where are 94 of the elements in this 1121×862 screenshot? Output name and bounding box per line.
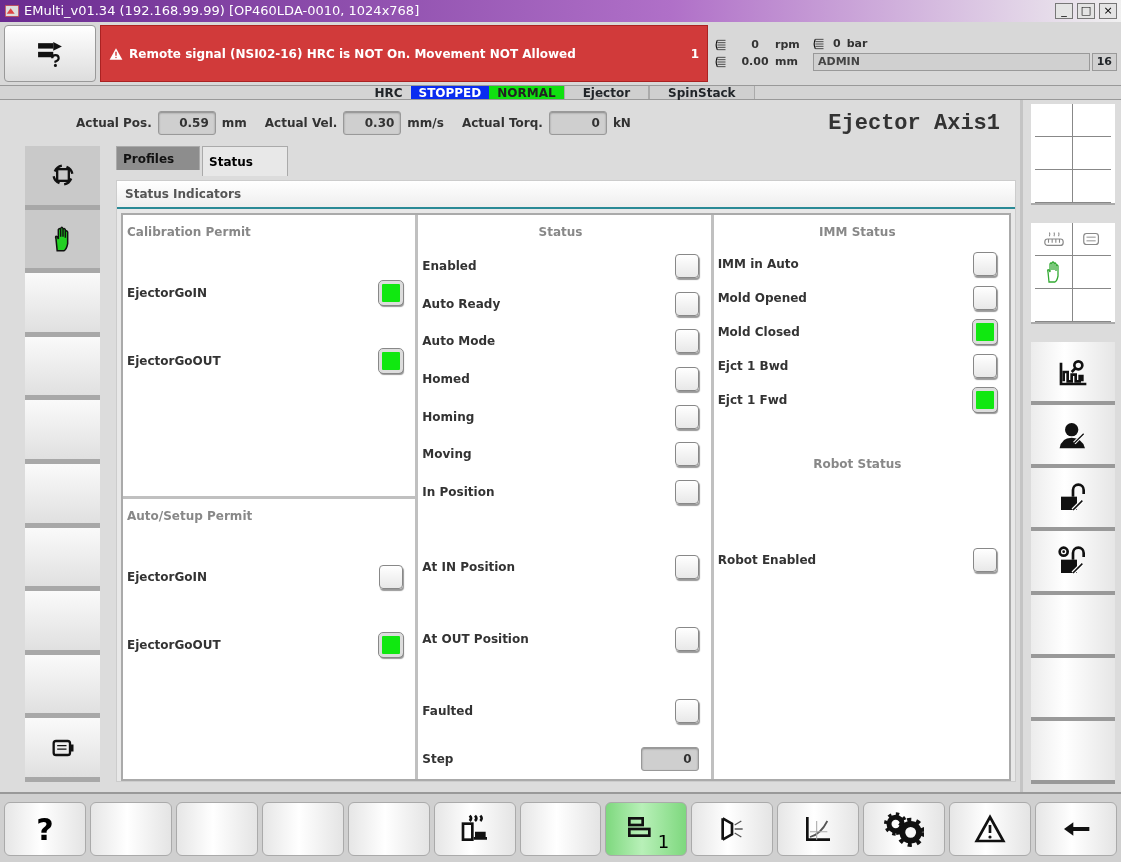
readout-value: 0.00 — [740, 53, 770, 70]
reading-unit: mm — [221, 115, 247, 132]
side-button[interactable] — [1031, 342, 1115, 406]
user-field: ADMIN — [813, 52, 1090, 71]
axis-title: Ejector Axis1 — [828, 109, 1000, 138]
grid-cell — [1035, 137, 1073, 170]
toolbar-button[interactable] — [777, 802, 860, 856]
alarm-message: Remote signal (NSI02-16) HRC is NOT On. Movement NOT Allowed — [129, 45, 577, 63]
maximize-button[interactable]: □ — [1077, 3, 1095, 19]
reading-label: Actual Torq. — [461, 115, 543, 132]
indicator-label: EjectorGoOUT — [127, 353, 221, 370]
indicator-label: Robot Enabled — [717, 552, 817, 569]
strip-tab[interactable]: SpinStack — [649, 86, 755, 99]
strip-tab[interactable]: Ejector — [563, 86, 650, 99]
indicator-label: Auto Mode — [422, 333, 496, 351]
blank-side-button[interactable] — [25, 463, 100, 528]
reading-label: Actual Vel. — [264, 115, 338, 132]
section-title: IMM Status — [819, 224, 896, 241]
indicator-label: IMM in Auto — [717, 256, 799, 273]
section-title: Calibration Permit — [127, 224, 252, 241]
tab[interactable]: Profiles — [116, 146, 200, 170]
app-icon — [4, 3, 20, 19]
indicator-label: In Position — [422, 483, 495, 501]
blank-button[interactable] — [261, 802, 344, 856]
side-button[interactable] — [1031, 468, 1115, 532]
panel-header: Status Indicators — [117, 181, 1015, 209]
indicator-label: At OUT Position — [422, 630, 529, 648]
reading-unit: kN — [612, 115, 631, 132]
side-button[interactable] — [1031, 405, 1115, 469]
indicator-label: EjectorGoIN — [127, 568, 208, 586]
indicator-label: Auto Ready — [422, 295, 501, 313]
blank-side-button[interactable] — [25, 591, 100, 655]
indicator-label: EjectorGoOUT — [127, 636, 221, 654]
indicator-label: Ejct 1 Bwd — [717, 358, 789, 375]
step-value-field: 0 — [640, 747, 699, 771]
toolbar-button[interactable] — [949, 802, 1032, 856]
section-title: Status — [538, 224, 583, 241]
user-level-field: 16 — [1091, 52, 1117, 71]
side-button[interactable] — [25, 209, 100, 274]
settings-icon — [884, 809, 925, 849]
tab[interactable]: Status — [202, 146, 288, 176]
reading-label: Actual Pos. — [76, 115, 152, 132]
machine-state: STOPPED — [410, 86, 490, 99]
indicator-label: Ejct 1 Fwd — [717, 392, 788, 409]
minimize-button[interactable]: _ — [1055, 3, 1073, 19]
step-label: Step — [422, 751, 454, 768]
blank-side-button[interactable] — [1031, 657, 1115, 721]
toolbar-button[interactable] — [433, 802, 516, 856]
remote-help-icon — [37, 40, 63, 67]
toolbar-button[interactable]: 1 — [605, 802, 688, 856]
reading-value-field: 0.30 — [343, 111, 402, 135]
indicator-label: EjectorGoIN — [127, 285, 208, 302]
grid-cell — [1035, 104, 1073, 137]
warning-icon — [974, 813, 1007, 845]
section-title: Robot Status — [813, 456, 902, 473]
readout-unit: mm — [775, 53, 799, 70]
help-button[interactable]: ? — [4, 802, 86, 856]
indicator-label: Enabled — [422, 257, 477, 275]
indicator-label: Mold Closed — [717, 324, 800, 341]
machine-state: NORMAL — [489, 86, 564, 99]
toolbar-button[interactable] — [863, 802, 946, 856]
blank-button[interactable] — [175, 802, 258, 856]
blank-button[interactable] — [89, 802, 172, 856]
reading-unit: mm/s — [407, 115, 444, 132]
warning-icon — [109, 46, 123, 61]
section-title: Auto/Setup Permit — [127, 507, 254, 525]
indicator-label: Faulted — [422, 702, 474, 720]
alarm-count: 1 — [690, 45, 699, 63]
strip-label: HRC — [373, 86, 404, 99]
indicator-label: Homing — [422, 408, 475, 426]
side-button[interactable] — [25, 718, 100, 782]
blank-side-button[interactable] — [1031, 720, 1115, 784]
close-button[interactable]: × — [1099, 3, 1117, 19]
blank-side-button[interactable] — [25, 336, 100, 401]
window-title: EMulti_v01.34 (192.168.99.99) [OP460LDA-0010, 1024x768] — [24, 2, 421, 21]
indicator-label: Homed — [422, 370, 470, 388]
grid-cell — [1035, 170, 1073, 203]
side-button[interactable] — [25, 146, 100, 210]
reading-value-field: 0 — [548, 111, 607, 135]
blank-side-button[interactable] — [25, 527, 100, 592]
blank-side-button[interactable] — [25, 400, 100, 464]
indicator-label: At IN Position — [422, 558, 516, 576]
indicator-label: Mold Opened — [717, 290, 807, 307]
side-button[interactable] — [1031, 531, 1115, 595]
indicator-label: Moving — [422, 446, 472, 464]
reading-value-field: 0.59 — [157, 111, 216, 135]
alarm-banner[interactable]: Remote signal (NSI02-16) HRC is NOT On. Movement NOT Allowed 1 — [100, 25, 708, 82]
pressure-value: 0 — [833, 36, 841, 52]
toolbar-button[interactable] — [691, 802, 774, 856]
pressure-unit: bar — [846, 36, 868, 52]
readout-unit: rpm — [775, 37, 801, 53]
readout-value: 0 — [750, 37, 760, 53]
remote-help-button[interactable] — [4, 25, 96, 82]
toolbar-button[interactable] — [1035, 802, 1117, 856]
